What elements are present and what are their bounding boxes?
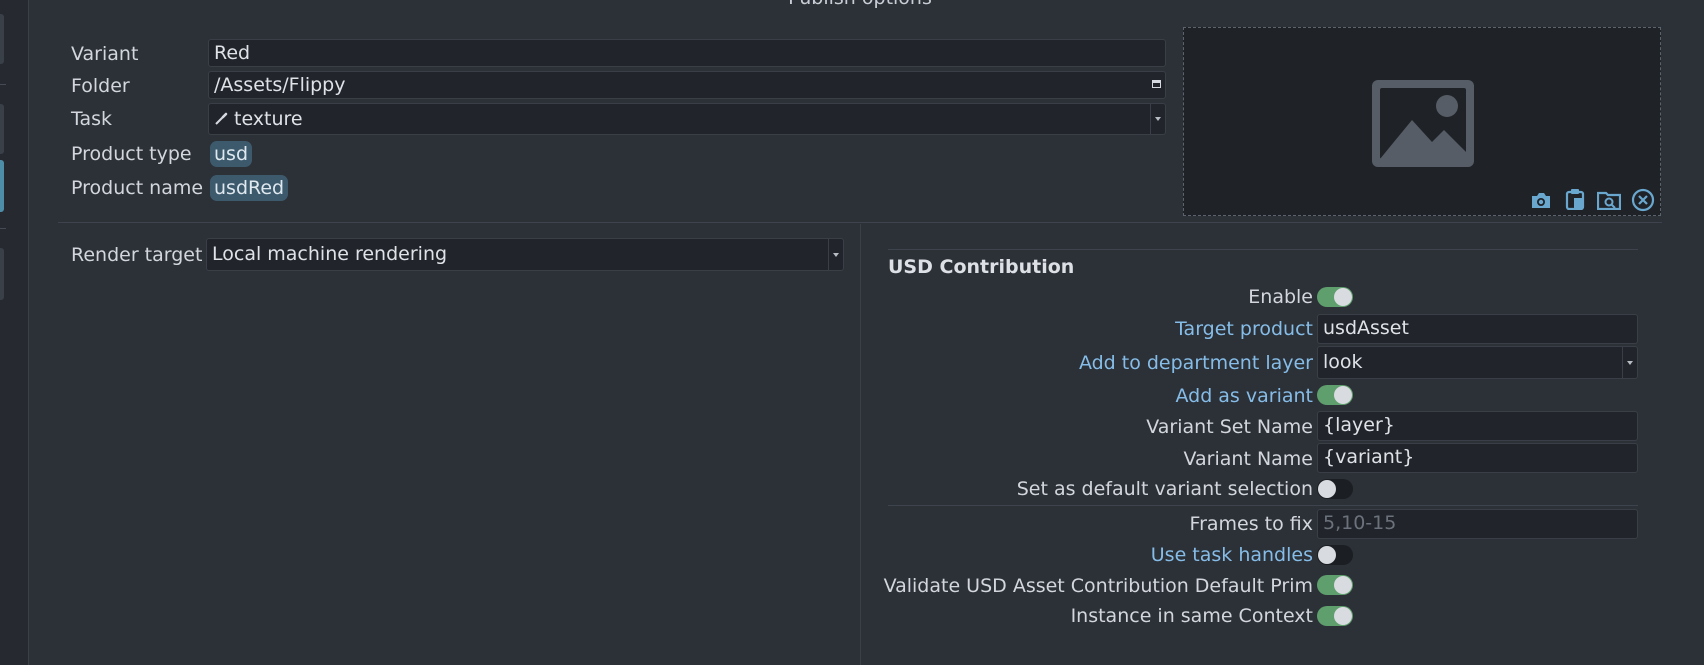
- product-type-badge: usd: [210, 141, 253, 167]
- toggle-knob: [1334, 386, 1352, 404]
- folder-value: /Assets/Flippy: [214, 74, 346, 96]
- browse-folder-icon[interactable]: [1597, 188, 1621, 212]
- variant-set-name-input[interactable]: {layer}: [1317, 411, 1638, 441]
- add-as-variant-label: Add as variant: [1175, 385, 1313, 407]
- frames-to-fix-label: Frames to fix: [1189, 513, 1313, 535]
- instance-context-label: Instance in same Context: [1070, 605, 1313, 627]
- variant-input[interactable]: Red: [208, 39, 1166, 67]
- clear-icon[interactable]: [1631, 188, 1655, 212]
- add-as-variant-toggle[interactable]: [1317, 385, 1353, 405]
- instance-context-toggle[interactable]: [1317, 606, 1353, 626]
- department-layer-value: look: [1323, 351, 1363, 373]
- toggle-knob: [1334, 288, 1352, 306]
- image-placeholder-icon: [1372, 80, 1474, 171]
- brush-icon: [214, 105, 228, 135]
- render-target-value: Local machine rendering: [212, 243, 448, 265]
- render-target-label: Render target: [71, 244, 203, 266]
- render-target-dropdown[interactable]: Local machine rendering: [206, 238, 844, 271]
- department-layer-arrow-icon[interactable]: [1622, 347, 1637, 378]
- target-product-input[interactable]: usdAsset: [1317, 314, 1638, 344]
- variant-label: Variant: [71, 43, 139, 65]
- page-title: Publish options: [760, 0, 960, 9]
- folder-input[interactable]: /Assets/Flippy: [208, 71, 1166, 99]
- default-variant-label: Set as default variant selection: [1016, 478, 1313, 500]
- variant-name-input[interactable]: {variant}: [1317, 443, 1638, 473]
- camera-icon[interactable]: [1529, 188, 1553, 212]
- enable-label: Enable: [1248, 286, 1313, 308]
- frames-to-fix-input[interactable]: 5,10-15: [1317, 509, 1638, 539]
- enable-toggle[interactable]: [1317, 287, 1353, 307]
- usd-section-title: USD Contribution: [888, 256, 1075, 278]
- department-layer-dropdown[interactable]: look: [1317, 346, 1638, 379]
- task-dropdown[interactable]: texture: [208, 103, 1166, 135]
- left-tab-1[interactable]: [0, 14, 4, 64]
- task-label: Task: [71, 108, 113, 130]
- department-layer-label: Add to department layer: [1078, 352, 1313, 374]
- left-separator-2: [0, 228, 6, 229]
- variant-name-label: Variant Name: [1183, 448, 1313, 470]
- column-divider: [860, 224, 861, 665]
- toggle-knob: [1334, 576, 1352, 594]
- folder-label: Folder: [71, 75, 130, 97]
- target-product-label: Target product: [1175, 318, 1313, 340]
- paste-icon[interactable]: [1563, 187, 1587, 211]
- product-name-badge: usdRed: [210, 175, 289, 201]
- toggle-knob: [1318, 480, 1336, 498]
- left-tab-active[interactable]: [0, 160, 4, 212]
- left-separator-1: [0, 84, 6, 85]
- left-tab-2[interactable]: [0, 104, 4, 154]
- usd-bottom-divider: [888, 505, 1638, 506]
- left-panel-strip: [0, 0, 29, 665]
- task-value: texture: [234, 108, 303, 130]
- product-name-label: Product name: [71, 177, 204, 199]
- validate-default-prim-toggle[interactable]: [1317, 575, 1353, 595]
- toggle-knob: [1334, 607, 1352, 625]
- render-target-arrow-icon[interactable]: [828, 239, 843, 270]
- folder-picker-icon[interactable]: [1152, 80, 1161, 88]
- variant-set-name-label: Variant Set Name: [1146, 416, 1313, 438]
- use-task-handles-toggle[interactable]: [1317, 545, 1353, 565]
- section-divider: [58, 222, 1662, 223]
- left-tab-3[interactable]: [0, 248, 4, 300]
- use-task-handles-label: Use task handles: [1150, 544, 1313, 566]
- task-dropdown-arrow-icon[interactable]: [1150, 104, 1165, 134]
- validate-default-prim-label: Validate USD Asset Contribution Default …: [883, 575, 1313, 597]
- toggle-knob: [1318, 546, 1336, 564]
- usd-top-divider: [888, 249, 1638, 250]
- default-variant-toggle[interactable]: [1317, 479, 1353, 499]
- product-type-label: Product type: [71, 143, 192, 165]
- thumbnail-area[interactable]: [1183, 27, 1661, 216]
